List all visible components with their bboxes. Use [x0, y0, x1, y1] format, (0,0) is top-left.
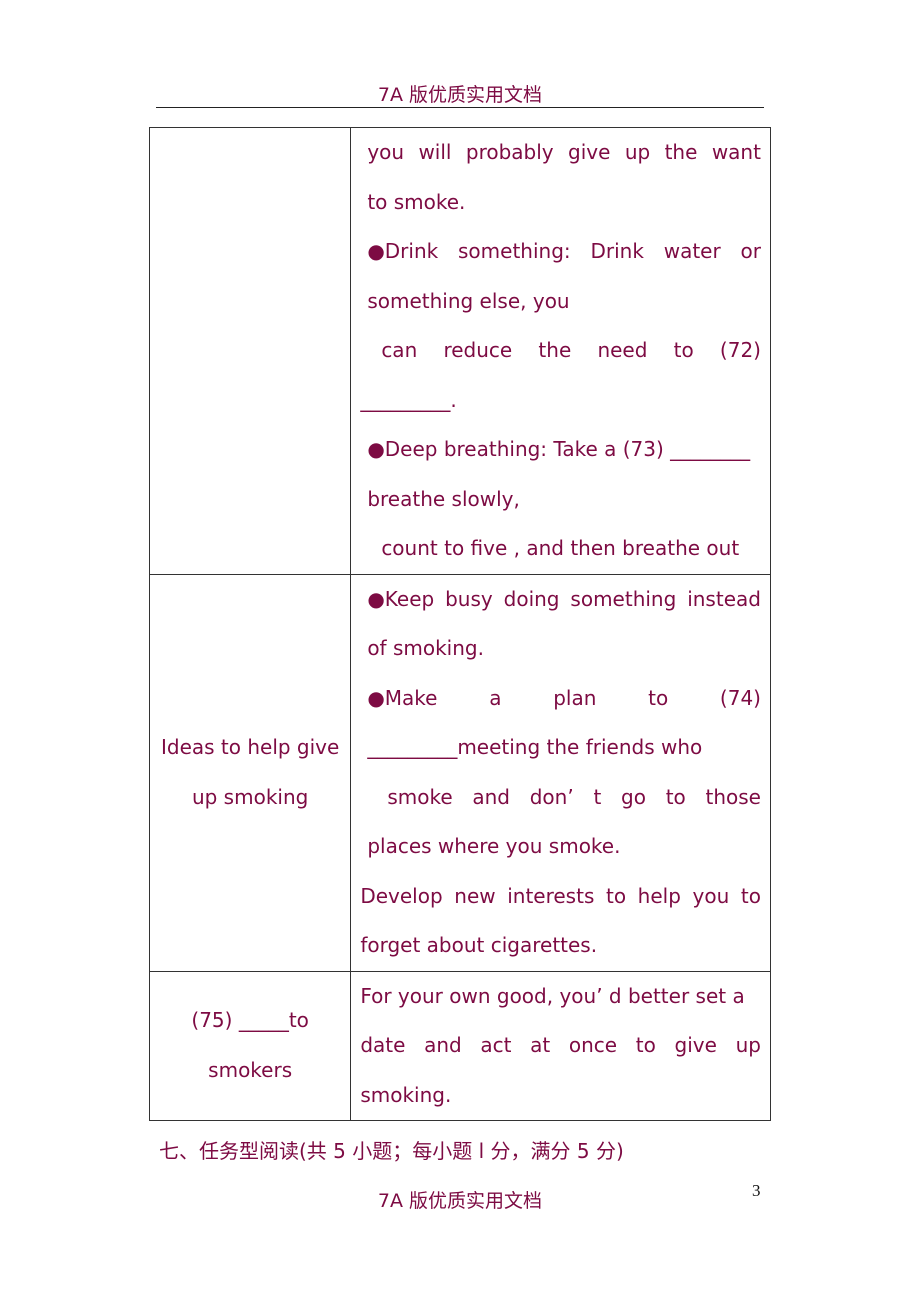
text-line: smoking. — [360, 1082, 452, 1107]
table-row: Ideas to help give up smoking ●Keep busy d… — [148, 573, 771, 972]
word: doing — [503, 586, 560, 611]
table-row: you will probably give up the want to smoke. ●… — [148, 127, 771, 575]
word: and — [424, 1033, 462, 1057]
word: to — [648, 685, 669, 710]
footer-title: 7A 版优质实用文档 — [377, 1190, 543, 1212]
word: something — [570, 586, 677, 611]
word: Develop — [360, 883, 443, 908]
word: new — [454, 883, 496, 908]
topic-line: Ideas to help give — [160, 735, 340, 759]
word: up — [624, 140, 651, 164]
word: go — [621, 784, 646, 809]
word: need — [597, 338, 648, 362]
word: don’ — [529, 784, 574, 809]
word: you — [692, 883, 730, 908]
bullet-item-make-plan: ●Make a plan to (74) — [351, 674, 770, 724]
answer-blank-72: _________. — [360, 387, 457, 412]
text-line: to smoke. — [367, 189, 466, 214]
table-cell-topic: Ideas to help give up smoking — [148, 573, 352, 972]
word: date — [360, 1033, 406, 1057]
word: probably — [465, 140, 554, 164]
bullet-item-drink: ●Drink something: Drink water or — [351, 227, 770, 277]
word: the — [538, 338, 572, 362]
word: and — [472, 784, 510, 809]
word: Drink — [590, 239, 644, 263]
word: can — [381, 338, 418, 362]
word: instead — [687, 586, 761, 611]
word: at — [530, 1033, 551, 1057]
word: to — [635, 1033, 656, 1057]
table-cell-content: For your own good, you’ d better set a d… — [350, 970, 771, 1121]
word: t — [593, 784, 602, 809]
topic-line-blank-75: (75) _____to — [191, 1008, 309, 1033]
header-title: 7A 版优质实用文档 — [377, 84, 543, 106]
table-cell-content: you will probably give up the want to smoke. ●… — [350, 127, 771, 575]
word: or — [740, 239, 761, 263]
word: ●Keep — [367, 586, 435, 611]
word: to — [673, 338, 694, 362]
word: you — [367, 140, 405, 164]
word: to — [665, 784, 686, 809]
page-number: 3 — [752, 1181, 761, 1200]
word: interests — [507, 883, 595, 908]
word: reduce — [443, 338, 513, 362]
word: to — [605, 883, 627, 908]
text-line: smoke and don’ t go to those — [351, 773, 770, 823]
table-cell-topic: (75) _____to smokers — [148, 970, 352, 1121]
word: water — [663, 239, 721, 263]
text-line: of smoking. — [367, 636, 484, 660]
bullet-item-keep-busy: ●Keep busy doing something instead — [351, 575, 770, 625]
word: give — [674, 1033, 717, 1057]
word: the — [664, 140, 698, 164]
text-line: date and act at once to give up — [351, 1021, 770, 1071]
table-cell-content: ●Keep busy doing something instead of smokin… — [350, 573, 771, 972]
text-line: For your own good, you’ d better set a — [360, 983, 745, 1008]
word: give — [568, 140, 611, 164]
header-divider — [156, 107, 764, 108]
text-line-blank-74: _________meeting the friends who — [367, 735, 703, 759]
word: ●Make — [367, 685, 438, 710]
section-heading: 七、任务型阅读(共 5 小题；每小题 l 分，满分 5 分) — [159, 1139, 624, 1163]
text-line-blank-72: can reduce the need to (72) — [351, 326, 770, 376]
word: want — [711, 140, 761, 164]
word: something: — [458, 239, 571, 263]
table-row: (75) _____to smokers For your own good, … — [148, 970, 771, 1121]
word: plan — [553, 685, 597, 710]
table-cell-topic — [148, 127, 352, 575]
word: smoke — [387, 784, 453, 809]
word: (74) — [719, 685, 761, 710]
text-line: count to five , and then breathe out — [381, 536, 740, 560]
word: to — [740, 883, 761, 908]
word: (72) — [719, 338, 761, 362]
word: busy — [445, 586, 493, 611]
content-table: you will probably give up the want to smoke. ●… — [148, 127, 771, 1121]
topic-line: up smoking — [191, 784, 309, 809]
text-line: you will probably give up the want — [351, 128, 770, 178]
bullet-item-deep-breathing: ●Deep breathing: Take a (73) ________ — [367, 437, 751, 461]
word: ●Drink — [367, 239, 439, 263]
word: up — [735, 1033, 761, 1057]
word: those — [705, 784, 761, 809]
text-line: Develop new interests to help you to — [351, 872, 770, 922]
text-line: breathe slowly, — [367, 486, 520, 511]
text-line: forget about cigarettes. — [360, 933, 598, 957]
word: a — [489, 685, 502, 710]
word: act — [480, 1033, 512, 1057]
word: once — [568, 1033, 618, 1057]
word: help — [637, 883, 681, 908]
text-line: places where you smoke. — [367, 834, 621, 858]
topic-line: smokers — [208, 1057, 293, 1082]
word: will — [418, 140, 452, 164]
text-line: something else, you — [367, 288, 570, 313]
